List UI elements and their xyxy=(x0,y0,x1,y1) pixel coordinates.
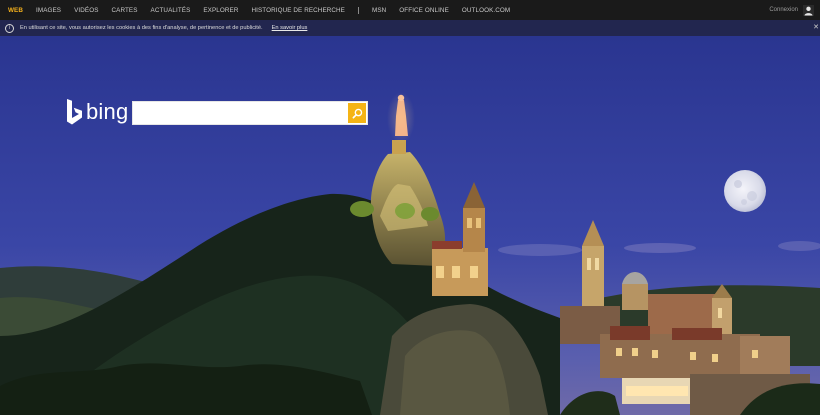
bing-logo-icon xyxy=(67,99,82,125)
nav-item-maps[interactable]: CARTES xyxy=(112,7,138,14)
search-button[interactable] xyxy=(348,103,366,123)
search-input[interactable] xyxy=(133,102,351,124)
nav-item-office-online[interactable]: OFFICE ONLINE xyxy=(399,7,449,14)
close-icon[interactable]: ✕ xyxy=(813,23,819,31)
nav-item-images[interactable]: IMAGES xyxy=(36,7,61,14)
nav-item-outlook[interactable]: OUTLOOK.COM xyxy=(462,7,510,14)
bing-logo-text: bing xyxy=(86,99,129,124)
nav-item-web[interactable]: WEB xyxy=(8,7,23,14)
cookie-notice: i En utilisant ce site, vous autorisez l… xyxy=(0,20,820,36)
user-icon[interactable] xyxy=(803,4,814,16)
info-icon: i xyxy=(5,23,14,33)
background-image xyxy=(0,36,820,415)
search-icon xyxy=(352,108,362,118)
account-area: Connexion xyxy=(769,0,814,20)
learn-more-link[interactable]: En savoir plus xyxy=(272,25,308,31)
cookie-text: En utilisant ce site, vous autorisez les… xyxy=(20,25,263,31)
signin-link[interactable]: Connexion xyxy=(769,7,798,13)
nav-item-explore[interactable]: EXPLORER xyxy=(203,7,238,14)
top-nav: WEB IMAGES VIDÉOS CARTES ACTUALITÉS EXPL… xyxy=(0,0,820,20)
landscape-photo xyxy=(0,36,820,415)
nav-items: WEB IMAGES VIDÉOS CARTES ACTUALITÉS EXPL… xyxy=(0,0,523,20)
nav-item-msn[interactable]: MSN xyxy=(372,7,386,14)
nav-item-news[interactable]: ACTUALITÉS xyxy=(151,7,191,14)
bing-logo[interactable]: bing xyxy=(66,98,128,126)
nav-item-videos[interactable]: VIDÉOS xyxy=(74,7,98,14)
search-box xyxy=(132,101,368,125)
nav-divider xyxy=(358,6,359,14)
nav-item-search-history[interactable]: HISTORIQUE DE RECHERCHE xyxy=(251,7,345,14)
